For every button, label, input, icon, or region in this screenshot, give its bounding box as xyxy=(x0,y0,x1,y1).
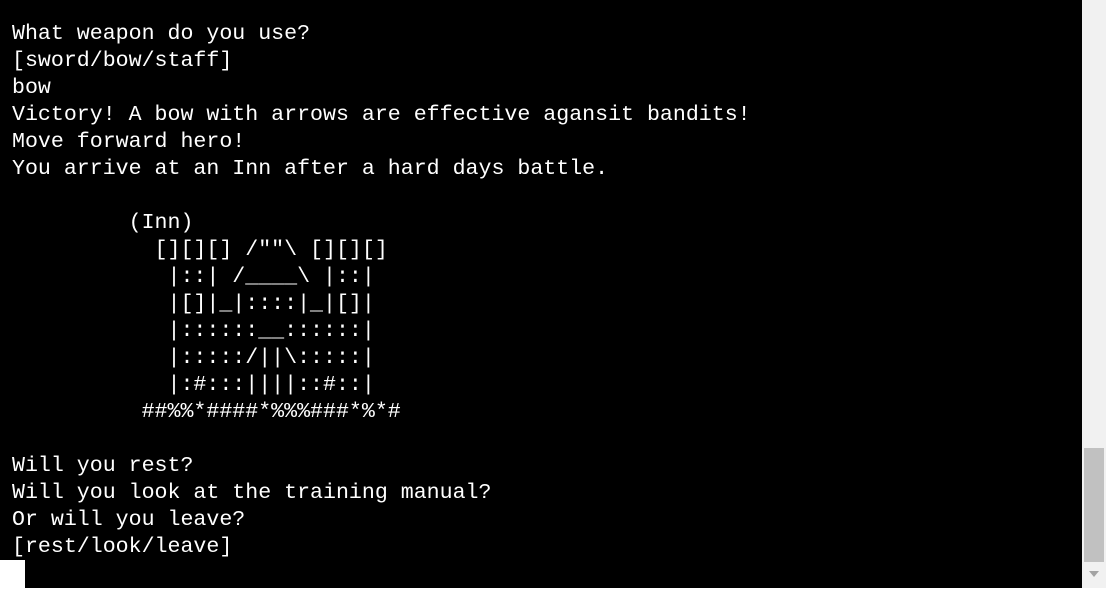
inn-ascii-art-line: |::::::__::::::| xyxy=(12,319,375,343)
inn-ascii-art-line: |[]|_|::::|_|[]| xyxy=(12,292,375,316)
terminal-window[interactable]: What weapon do you use? [sword/bow/staff]… xyxy=(0,0,1082,560)
terminal-line: [sword/bow/staff] xyxy=(12,49,233,73)
inn-ascii-art-line: ##%%*####*%%%###*%*# xyxy=(12,400,401,424)
terminal-line: Victory! A bow with arrows are effective… xyxy=(12,103,751,127)
inn-ascii-art-line: (Inn) xyxy=(12,211,194,235)
terminal-line: Or will you leave? xyxy=(12,508,246,532)
terminal-line: bow xyxy=(12,76,51,100)
page: What weapon do you use? [sword/bow/staff]… xyxy=(0,0,1114,595)
terminal-line: What weapon do you use? xyxy=(12,22,311,46)
inn-ascii-art-line: |::| /____\ |::| xyxy=(12,265,375,289)
terminal-line: Will you look at the training manual? xyxy=(12,481,492,505)
scrollbar-thumb[interactable] xyxy=(1084,448,1104,562)
inn-ascii-art-line: |:#:::||||::#::| xyxy=(12,373,375,397)
scroll-down-button[interactable] xyxy=(1082,566,1106,582)
inn-ascii-art-line: |:::::/||\:::::| xyxy=(12,346,375,370)
terminal-line: You arrive at an Inn after a hard days b… xyxy=(12,157,609,181)
terminal-line: Move forward hero! xyxy=(12,130,246,154)
vertical-scrollbar[interactable] xyxy=(1082,0,1106,588)
chevron-down-icon xyxy=(1089,571,1099,577)
terminal-output: What weapon do you use? [sword/bow/staff]… xyxy=(12,21,751,560)
inn-ascii-art-line: [][][] /""\ [][][] xyxy=(12,238,388,262)
terminal-input-area[interactable] xyxy=(25,560,1082,588)
terminal-prompt-line: [rest/look/leave] xyxy=(12,535,233,559)
terminal-line: Will you rest? xyxy=(12,454,194,478)
